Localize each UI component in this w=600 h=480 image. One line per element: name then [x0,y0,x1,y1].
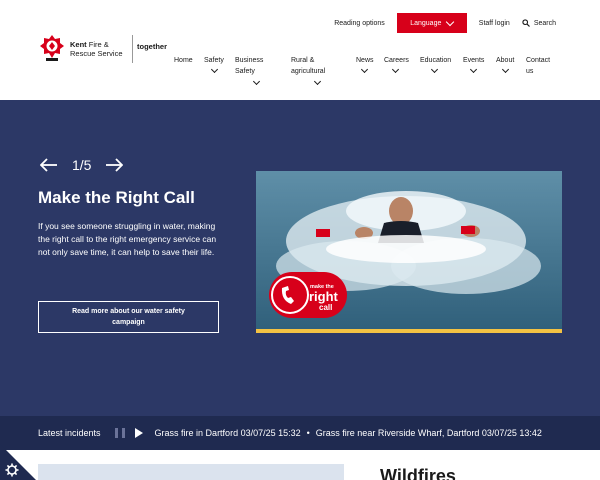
nav-label: About [496,57,515,64]
nav-label: Events [463,57,485,64]
chevron-down-icon [430,65,439,74]
language-button[interactable]: Language [396,13,467,33]
ticker-label: Latest incidents [38,428,101,438]
badge-line3: call [319,303,332,312]
incident-link[interactable]: Grass fire in Dartford 03/07/25 15:32 [155,428,301,438]
chevron-down-icon [446,17,455,26]
nav-item-safety[interactable]: Safety [204,55,224,74]
page: Kent Fire & Rescue Service together Read… [0,0,600,480]
carousel-progress-bar [256,329,562,333]
chevron-down-icon [391,65,400,74]
logo-divider [132,35,133,63]
play-icon[interactable] [134,428,143,438]
read-more-button[interactable]: Read more about our water safety campaig… [38,301,219,333]
water-rescue-illustration: make the right call [256,171,562,333]
reading-options-link[interactable]: Reading options [334,20,385,27]
nav-item-events[interactable]: Events [463,55,485,74]
staff-login-link[interactable]: Staff login [479,20,510,27]
site-header: Kent Fire & Rescue Service together Read… [0,0,600,100]
nav-label: News [356,57,374,64]
logo-name-rest: Fire & [86,40,109,49]
main-nav: Home Safety Business Safety Rural & agri… [174,55,564,91]
hero-title: Make the Right Call [38,188,195,207]
language-label: Language [410,19,442,27]
chevron-down-icon [360,65,369,74]
carousel-counter: 1/5 [72,157,92,173]
carousel-controls: 1/5 [38,155,125,175]
nav-label-line1: Business [235,57,264,64]
nav-label-line2: us [526,68,534,75]
arrow-left-icon [40,158,57,172]
chevron-down-icon [210,65,219,74]
make-the-right-call-badge: make the right call [269,272,347,318]
search-icon [522,19,530,27]
incident-link[interactable]: Grass fire near Riverside Wharf, Dartfor… [316,428,542,438]
logo-name-bold: Kent [70,40,87,49]
hero-body: If you see someone struggling in water, … [38,221,217,257]
wildfires-image [38,464,344,480]
chevron-down-icon [313,77,322,86]
hero-image: make the right call [256,171,562,333]
search-button[interactable]: Search [522,19,556,27]
nav-item-news[interactable]: News [356,55,374,74]
arrow-right-icon [106,158,124,172]
nav-item-home[interactable]: Home [174,55,193,66]
chevron-down-icon [252,77,261,86]
carousel-next-button[interactable] [103,155,125,175]
nav-label-line2: Safety [235,68,255,75]
nav-label: Safety [204,57,224,64]
nav-item-business-safety[interactable]: Business Safety [235,55,264,86]
nav-label: Home [174,57,193,64]
nav-label-line2: agricultural [291,68,326,75]
cookie-settings-button[interactable] [0,444,40,480]
chevron-down-icon [501,65,510,74]
nav-item-education[interactable]: Education [420,55,452,74]
nav-label-line1: Contact [526,57,551,64]
nav-label: Education [420,57,452,64]
nav-item-careers[interactable]: Careers [384,55,409,74]
nav-label: Careers [384,57,409,64]
search-label: Search [533,19,556,27]
nav-item-about[interactable]: About [496,55,515,74]
nav-item-rural-agricultural[interactable]: Rural & agricultural [291,55,326,86]
logo-name-line2: Rescue Service [70,49,123,58]
chevron-down-icon [469,65,478,74]
logo-wordmark: Kent Fire & Rescue Service [70,40,130,58]
latest-incidents-ticker: Latest incidents Grass fire in Dartford … [0,416,600,450]
crest-logo [40,35,64,61]
wildfires-heading: Wildfires [380,466,456,480]
ticker-items: Grass fire in Dartford 03/07/25 15:32 • … [155,428,542,438]
badge-line2: right [309,289,339,304]
nav-label-line1: Rural & [291,57,315,64]
read-more-label: Read more about our water safety campaig… [72,308,185,326]
utility-bar: Reading options Language Staff login Sea… [334,13,556,33]
carousel-prev-button[interactable] [38,155,60,175]
nav-item-contact-us[interactable]: Contact us [526,55,550,77]
site-logo[interactable]: Kent Fire & Rescue Service together [38,32,168,66]
hero-carousel: 1/5 Make the Right Call If you see someo… [0,100,600,416]
ticker-separator: • [306,428,310,438]
wildfires-section: Wildfires [0,450,600,480]
cookie-settings-icon [0,444,36,480]
pause-icon[interactable] [114,428,125,438]
logo-tagline: together [137,42,167,51]
